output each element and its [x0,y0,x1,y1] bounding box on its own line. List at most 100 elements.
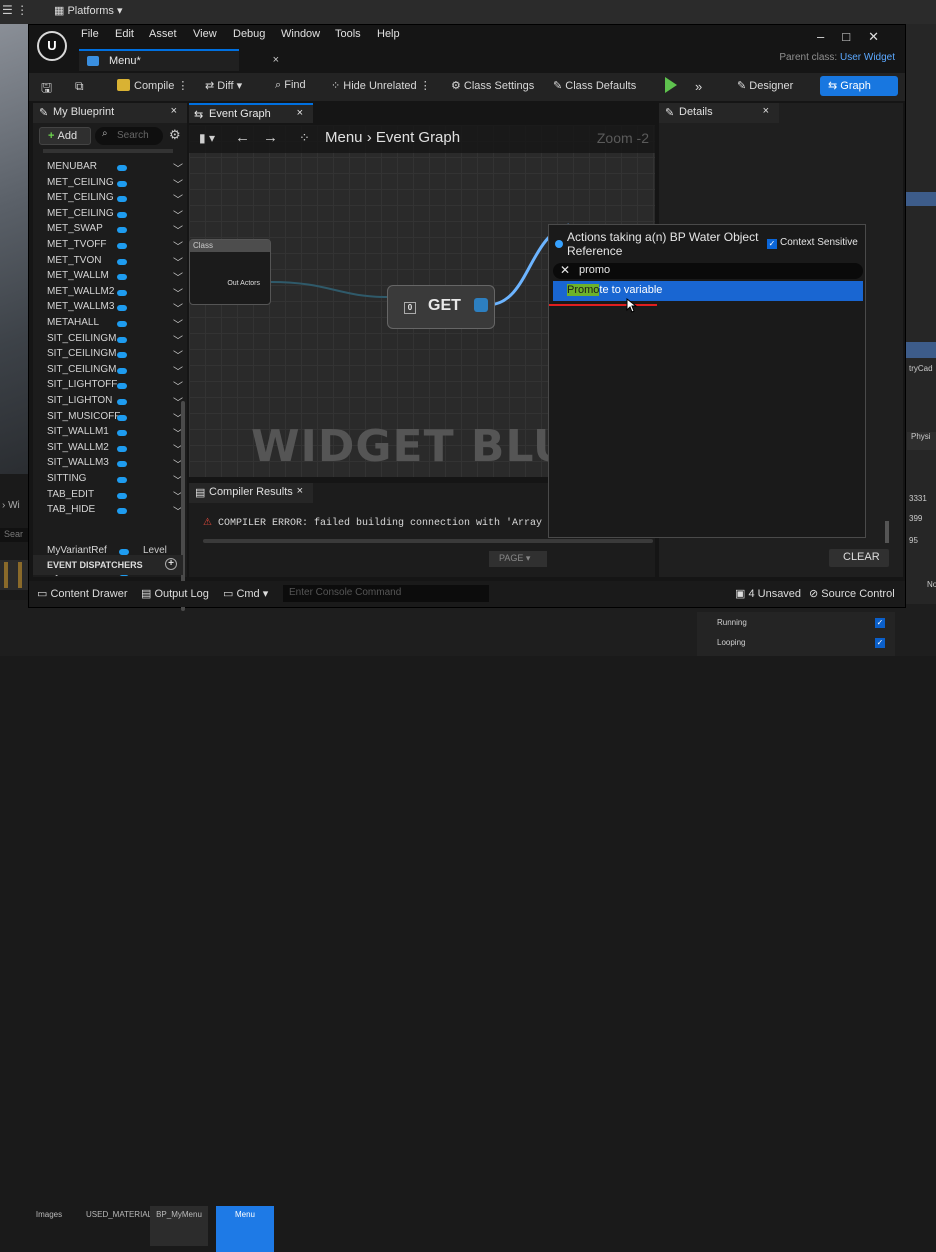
context-sensitive-toggle[interactable]: ✓ Context Sensitive [767,237,858,249]
array-get-node[interactable]: 0 GET [387,285,495,329]
variable-item[interactable]: SITTING ﹀ [47,473,187,489]
expand-chevron-icon[interactable]: ﹀ [173,207,183,222]
close-tab-icon[interactable]: × [171,105,177,117]
expand-chevron-icon[interactable]: ﹀ [173,222,183,237]
index-pin-icon[interactable]: 0 [404,302,416,314]
variable-item[interactable]: MET_SWAP ﹀ [47,223,187,239]
variable-item[interactable]: MET_CEILING ﹀ [47,177,187,193]
content-drawer-button[interactable]: ▭ Content Drawer [37,587,128,600]
designer-button[interactable]: ✎ Designer [729,76,813,96]
close-window-icon[interactable]: ✕ [868,29,897,44]
expand-chevron-icon[interactable]: ﹀ [173,347,183,362]
expand-chevron-icon[interactable]: ﹀ [173,160,183,175]
gear-icon[interactable]: ⚙ [169,127,181,143]
menu-view[interactable]: View [193,28,217,40]
add-button[interactable]: + Add [39,127,91,145]
variable-item[interactable]: SIT_CEILINGM ﹀ [47,333,187,349]
running-checkbox[interactable]: ✓ [875,618,885,628]
expand-chevron-icon[interactable]: ﹀ [173,285,183,300]
expand-chevron-icon[interactable]: ﹀ [173,300,183,315]
my-blueprint-tab[interactable]: ✎ My Blueprint × [33,103,187,123]
variable-item[interactable]: SIT_LIGHTOFF ﹀ [47,379,187,395]
promote-to-variable-item[interactable]: Promote to variable [553,281,863,301]
find-button[interactable]: ⌕ Find [275,79,306,92]
variable-item[interactable]: TAB_HIDE ﹀ [47,504,187,520]
expand-chevron-icon[interactable]: ﹀ [173,316,183,331]
variable-item[interactable]: SIT_CEILINGM ﹀ [47,364,187,380]
menu-debug[interactable]: Debug [233,28,265,40]
source-control-button[interactable]: ⊘ Source Control [809,587,895,600]
variable-item[interactable]: SIT_LIGHTON ﹀ [47,395,187,411]
variable-item[interactable]: MENUBAR ﹀ [47,161,187,177]
variable-item[interactable]: SIT_WALLM3 ﹀ [47,457,187,473]
breadcrumb-event-graph[interactable]: Event Graph [376,129,460,146]
expand-chevron-icon[interactable]: ﹀ [173,191,183,206]
output-pin-icon[interactable] [474,298,488,312]
compiler-scrollbar[interactable] [203,539,653,543]
close-tab-icon[interactable]: × [297,107,303,119]
event-graph-tab[interactable]: ⇆ Event Graph × [189,103,313,123]
blueprint-search-input[interactable]: ⌕ Search [95,127,163,145]
expand-chevron-icon[interactable]: ﹀ [173,332,183,347]
menu-asset[interactable]: Asset [149,28,177,40]
menu-window[interactable]: Window [281,28,320,40]
cmd-dropdown[interactable]: ▭ Cmd ▾ [223,587,268,600]
output-log-button[interactable]: ▤ Output Log [141,587,209,600]
console-input[interactable]: Enter Console Command [283,585,489,602]
menu-tools[interactable]: Tools [335,28,361,40]
menu-file[interactable]: File [81,28,99,40]
expand-chevron-icon[interactable]: ﹀ [173,363,183,378]
variable-item[interactable]: TAB_EDIT ﹀ [47,489,187,505]
variable-item[interactable]: MET_TVON ﹀ [47,255,187,271]
diff-button[interactable]: ⇄ Diff ▾ [205,79,242,92]
bookmark-icon[interactable]: ▮ ▾ [199,131,215,145]
compiler-error-message[interactable]: ⚠ COMPILER ERROR: failed building connec… [203,517,584,529]
add-dispatcher-icon[interactable]: + [165,558,177,570]
minimize-icon[interactable]: – [817,29,842,44]
platforms-menu[interactable]: ▦ Platforms ▾ [54,4,123,17]
breadcrumb-menu[interactable]: Menu [325,129,363,146]
variable-item[interactable]: SIT_MUSICOFF ﹀ [47,411,187,427]
details-scrollbar[interactable] [885,521,889,543]
variable-item[interactable]: MET_WALLM3 ﹀ [47,301,187,317]
browse-icon[interactable]: ⧉ [75,79,84,94]
expand-chevron-icon[interactable]: ﹀ [173,238,183,253]
unsaved-button[interactable]: ▣ 4 Unsaved [735,587,801,600]
variable-scrollbar[interactable] [181,401,185,611]
class-settings-button[interactable]: ⚙ Class Settings [451,79,534,92]
clear-button[interactable]: CLEAR [829,549,889,567]
expand-chevron-icon[interactable]: ﹀ [173,269,183,284]
variable-item[interactable]: SIT_WALLM1 ﹀ [47,426,187,442]
expand-chevron-icon[interactable]: ﹀ [173,378,183,393]
event-dispatchers-header[interactable]: EVENT DISPATCHERS + [33,555,183,575]
asset-used-materials[interactable]: USED_MATERIALS [86,1206,157,1246]
expand-chevron-icon[interactable]: ﹀ [173,176,183,191]
variable-item[interactable]: MET_CEILING ﹀ [47,192,187,208]
action-search-input[interactable]: ✕ promo [553,263,863,279]
menu-edit[interactable]: Edit [115,28,134,40]
variable-item[interactable]: SIT_CEILINGM ﹀ [47,348,187,364]
checkbox-checked-icon[interactable]: ✓ [767,239,777,249]
close-tab-icon[interactable]: × [297,485,303,497]
variable-item[interactable]: MET_TVOFF ﹀ [47,239,187,255]
back-arrow-icon[interactable]: ← [235,129,250,146]
skip-forward-icon[interactable]: » [695,79,702,94]
maximize-icon[interactable]: □ [842,29,868,44]
asset-menu[interactable]: Menu [216,1206,274,1252]
asset-images[interactable]: Images [20,1206,78,1246]
play-icon[interactable] [665,77,677,93]
hide-unrelated-button[interactable]: ⁘ Hide Unrelated ⋮ [331,79,431,92]
close-tab-icon[interactable]: × [763,105,769,117]
clear-search-icon[interactable]: ✕ [560,263,570,277]
compiler-results-tab[interactable]: ▤ Compiler Results × [189,483,313,503]
close-tab-icon[interactable]: × [273,54,279,66]
variable-item[interactable]: METAHALL ﹀ [47,317,187,333]
variable-item[interactable]: SIT_WALLM2 ﹀ [47,442,187,458]
variable-item[interactable]: MET_CEILING ﹀ [47,208,187,224]
menu-help[interactable]: Help [377,28,400,40]
details-tab[interactable]: ✎ Details × [659,103,779,123]
get-all-actors-node[interactable]: Class Out Actors [189,239,271,305]
variable-item[interactable]: MET_WALLM ﹀ [47,270,187,286]
graph-button[interactable]: ⇆ Graph [820,76,898,96]
menu-icon[interactable]: ☰ ⋮ [2,3,28,17]
